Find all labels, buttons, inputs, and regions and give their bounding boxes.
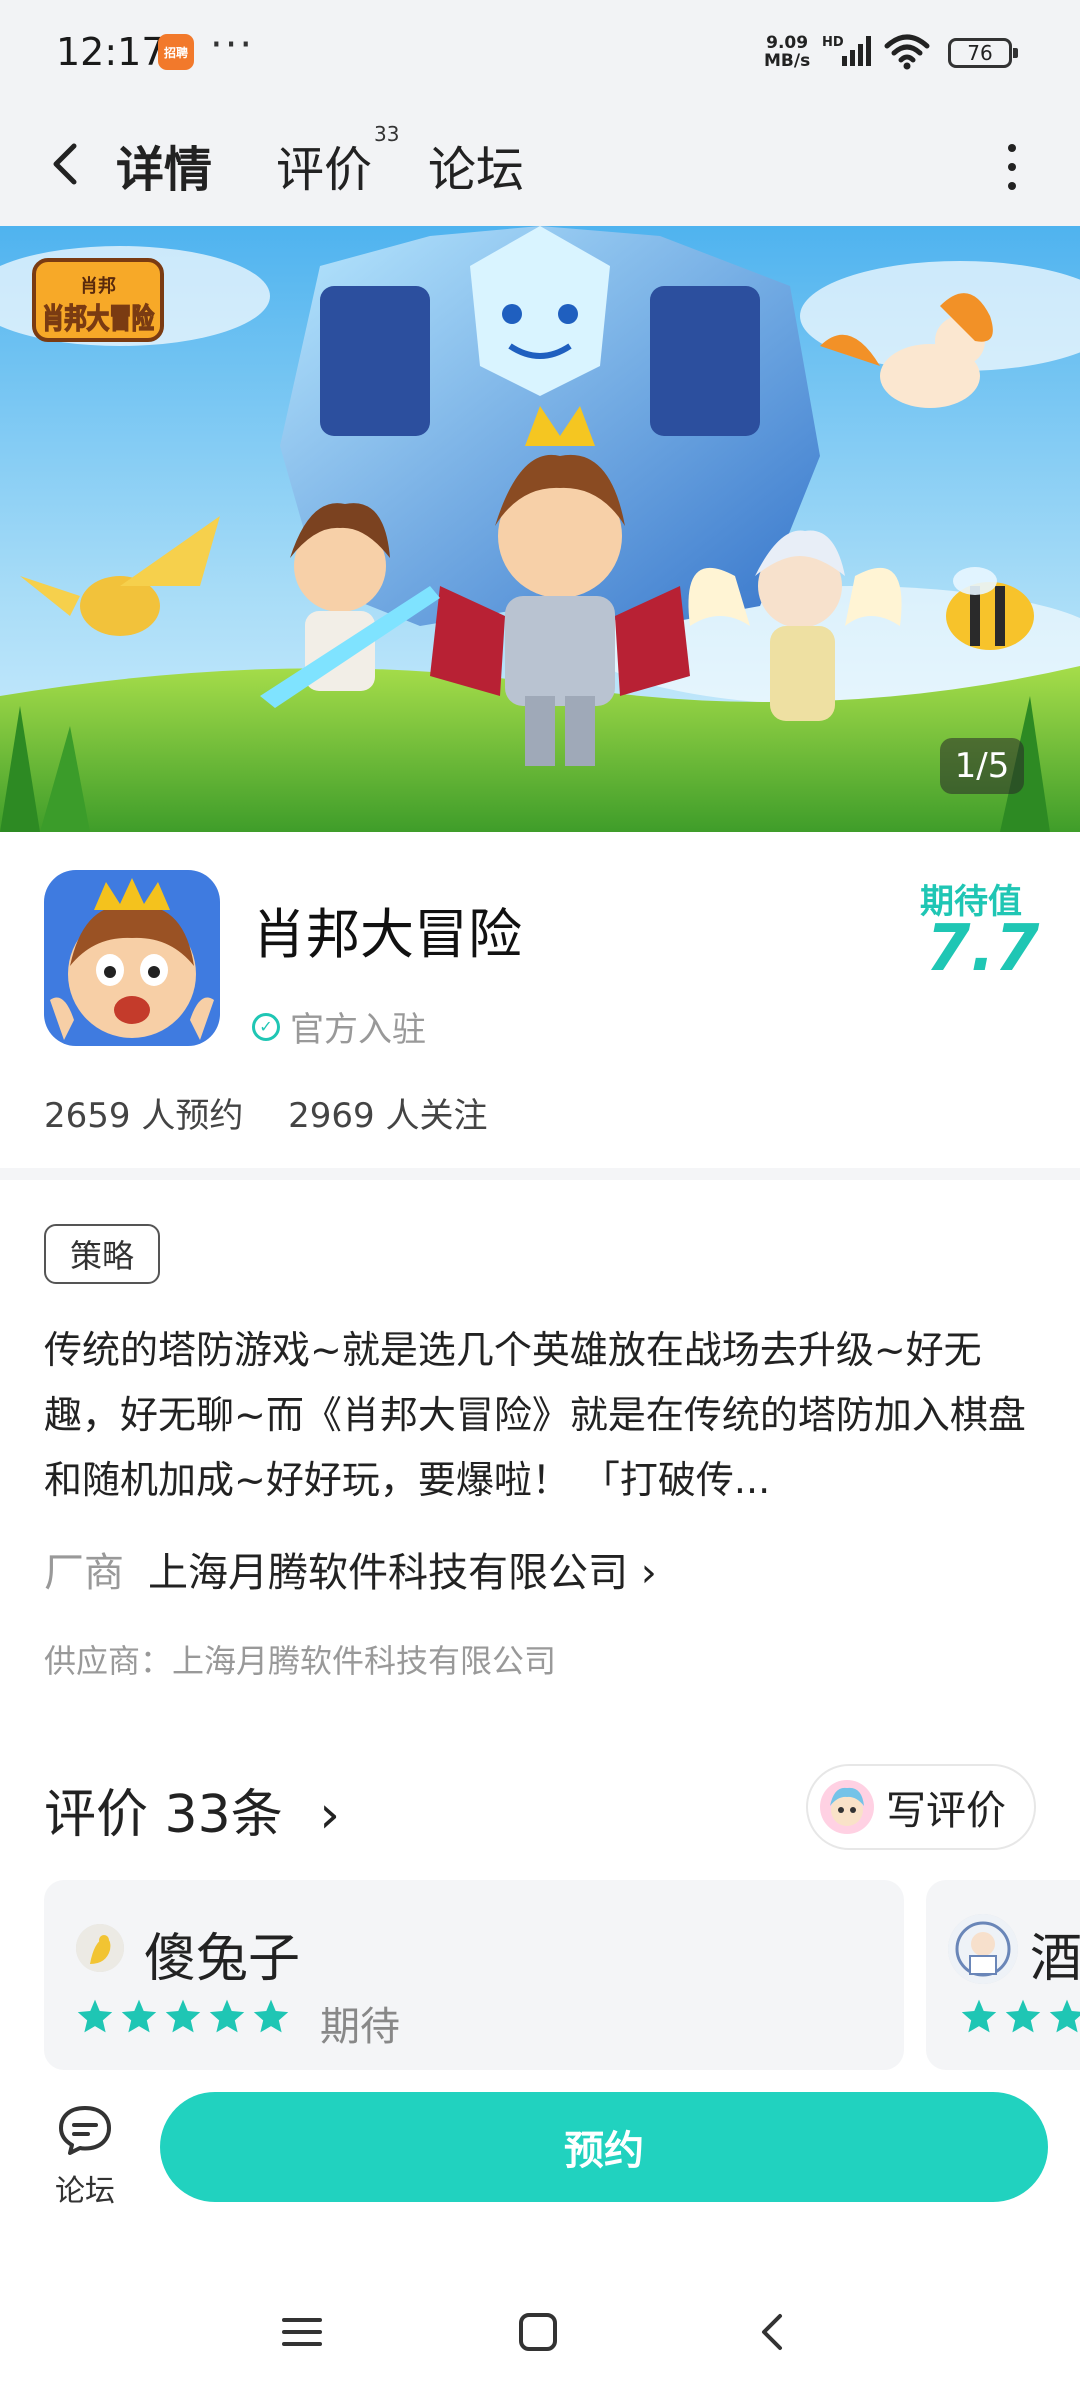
reviews-count: 33条 xyxy=(164,1785,283,1845)
reserve-button[interactable]: 预约 xyxy=(160,2092,1048,2202)
review-card[interactable]: 酒 xyxy=(926,1880,1080,2070)
star-icon xyxy=(165,1999,201,2033)
forum-button[interactable]: 论坛 xyxy=(40,2104,130,2220)
status-bar: 12:17 招聘 ··· 9.09 MB/s HD 76 xyxy=(0,0,1080,108)
banner-logo-subtext: 肖邦 xyxy=(80,275,116,297)
more-dot xyxy=(1008,182,1016,190)
screenshot-carousel[interactable]: 肖邦 肖邦大冒险 xyxy=(0,226,1080,832)
app-stats: 2659 人预约 2969 人关注 xyxy=(44,1088,522,1137)
menu-icon xyxy=(282,2318,322,2346)
tab-reviews-label: 评价 xyxy=(276,142,373,198)
genre-tag[interactable]: 策略 xyxy=(44,1224,160,1284)
system-navigation-bar xyxy=(0,2290,1080,2380)
tab-reviews-count: 33 xyxy=(374,122,400,146)
verified-badge: ✓ 官方入驻 xyxy=(252,1002,426,1051)
system-recents-button[interactable] xyxy=(280,2310,324,2358)
banner-logo-text: 肖邦大冒险 xyxy=(42,302,155,335)
status-more-icon: ··· xyxy=(210,22,255,68)
network-speed-unit: MB/s xyxy=(764,51,811,71)
tab-forum[interactable]: 论坛 xyxy=(428,130,524,200)
system-home-button[interactable] xyxy=(516,2310,560,2358)
back-chevron-icon xyxy=(762,2314,782,2350)
reviewer-avatar xyxy=(76,1924,124,1972)
network-speed-value: 9.09 xyxy=(766,33,809,53)
review-tag: 期待 xyxy=(320,2004,400,2050)
section-divider xyxy=(0,1168,1080,1180)
tab-forum-label: 论坛 xyxy=(428,142,525,198)
chevron-right-icon: › xyxy=(640,1550,657,1596)
write-review-button[interactable]: 写评价 xyxy=(806,1764,1036,1850)
star-icon xyxy=(961,1999,997,2033)
star-icon xyxy=(77,1999,113,2033)
chevron-right-icon: › xyxy=(319,1785,341,1845)
star-icon xyxy=(1005,1999,1041,2033)
rating-stars xyxy=(960,1998,1080,2034)
back-button[interactable] xyxy=(42,132,92,196)
app-icon xyxy=(44,870,220,1046)
more-vertical-icon xyxy=(1008,144,1016,152)
tab-details[interactable]: 详情 xyxy=(114,130,215,200)
write-review-label: 写评价 xyxy=(886,1788,1006,1834)
notification-app-icon: 招聘 xyxy=(158,34,194,70)
status-time: 12:17 xyxy=(56,30,166,74)
supplier-info: 供应商：上海月腾软件科技有限公司 xyxy=(44,1642,557,1680)
star-icon xyxy=(253,1999,289,2033)
review-card[interactable]: 傻兔子 期待 xyxy=(44,1880,904,2070)
reviewer-name: 傻兔子 xyxy=(144,1929,301,1989)
reviews-title: 评价 xyxy=(44,1785,149,1845)
reviewer-avatar xyxy=(948,1914,1018,1984)
wifi-icon xyxy=(884,34,930,74)
star-icon xyxy=(209,1999,245,2033)
signal-icon: HD xyxy=(822,34,874,72)
carousel-counter: 1/5 xyxy=(940,738,1024,794)
tab-reviews[interactable]: 评价 xyxy=(276,130,372,200)
back-chevron-icon xyxy=(53,143,77,185)
tab-details-label: 详情 xyxy=(116,142,213,198)
top-nav-bar: 详情 评价 33 论坛 xyxy=(0,108,1080,226)
forum-label: 论坛 xyxy=(55,2174,115,2209)
chat-bubble-icon xyxy=(59,2106,111,2155)
follower-count: 2969 人关注 xyxy=(288,1096,488,1136)
app-info-section: 肖邦大冒险 ✓ 官方入驻 期待值 7.7 2659 人预约 2969 人关注 xyxy=(0,832,1080,1168)
home-square-icon xyxy=(519,2313,557,2351)
reservation-count: 2659 人预约 xyxy=(44,1096,244,1136)
reviewer-name: 酒 xyxy=(1030,1929,1080,1989)
rating-stars xyxy=(76,1998,296,2034)
more-options-button[interactable] xyxy=(1000,144,1024,194)
expect-score: 7.7 xyxy=(926,912,1040,986)
verified-label: 官方入驻 xyxy=(290,1010,426,1050)
system-back-button[interactable] xyxy=(752,2310,796,2358)
developer-name: 上海月腾软件科技有限公司 xyxy=(148,1550,628,1596)
game-description[interactable]: 传统的塔防游戏~就是选几个英雄放在战场去升级~好无趣，好无聊~而《肖邦大冒险》就… xyxy=(44,1318,1040,1513)
app-name: 肖邦大冒险 xyxy=(252,903,522,966)
more-dot xyxy=(1008,163,1016,171)
reviews-header[interactable]: 评价 33条 › xyxy=(44,1772,340,1847)
network-speed: 9.09 MB/s xyxy=(764,34,810,70)
developer-link[interactable]: 厂商 上海月腾软件科技有限公司 › xyxy=(44,1540,657,1598)
banner-image: 肖邦 肖邦大冒险 xyxy=(0,226,1080,832)
star-icon xyxy=(121,1999,157,2033)
battery-icon: 76 xyxy=(948,38,1018,68)
user-avatar xyxy=(820,1780,874,1834)
developer-key: 厂商 xyxy=(44,1550,124,1596)
signal-hd-label: HD xyxy=(822,35,844,50)
check-circle-icon: ✓ xyxy=(252,1012,280,1041)
star-icon xyxy=(1049,1999,1080,2033)
